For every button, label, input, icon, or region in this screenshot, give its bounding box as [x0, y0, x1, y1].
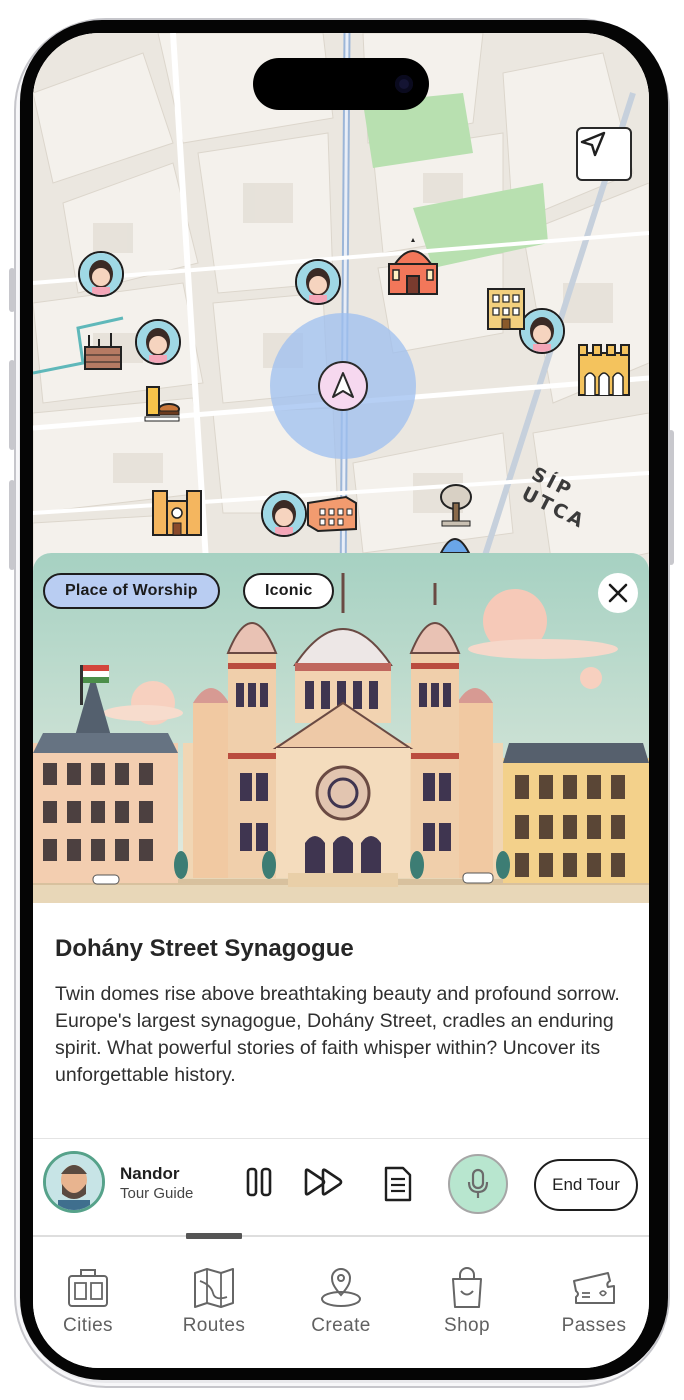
- poi-title: Dohány Street Synagogue: [55, 935, 354, 962]
- guide-avatar[interactable]: [43, 1151, 105, 1213]
- guide-role: Tour Guide: [120, 1185, 194, 1202]
- fast-forward-icon: [304, 1168, 343, 1196]
- tab-label: Cities: [63, 1315, 113, 1336]
- map-icon: [194, 1268, 234, 1308]
- tab-active-indicator: [186, 1233, 242, 1239]
- pause-icon: [246, 1167, 272, 1197]
- guide-avatar-pin[interactable]: [135, 319, 181, 365]
- end-tour-button[interactable]: End Tour: [534, 1159, 638, 1211]
- tab-shop[interactable]: Shop: [412, 1267, 522, 1337]
- close-icon: [608, 583, 628, 603]
- poi-hero-image: Place of Worship Iconic: [33, 553, 649, 903]
- guide-avatar-pin[interactable]: [261, 491, 307, 537]
- dynamic-island: [253, 58, 429, 110]
- document-icon: [384, 1166, 412, 1202]
- microphone-button[interactable]: [448, 1154, 508, 1214]
- mute-switch: [9, 268, 15, 312]
- recenter-button[interactable]: [576, 127, 632, 181]
- luggage-icon: [68, 1269, 108, 1307]
- transcript-button[interactable]: [380, 1164, 416, 1204]
- guide-avatar-pin[interactable]: [295, 259, 341, 305]
- close-card-button[interactable]: [598, 573, 638, 613]
- microphone-icon: [467, 1168, 489, 1198]
- guide-name: Nandor: [120, 1164, 180, 1183]
- volume-down-button: [9, 480, 15, 570]
- map-view[interactable]: SÍP UTCA: [33, 33, 649, 593]
- location-pin-icon: [321, 1268, 361, 1307]
- poi-card: Place of Worship Iconic Dohány Street Sy…: [33, 553, 649, 1233]
- screen: SÍP UTCA Place of Worship Iconic Dohány …: [33, 33, 649, 1368]
- navigation-arrow-icon: [580, 131, 606, 157]
- tag-iconic[interactable]: Iconic: [243, 573, 335, 609]
- guide-avatar-pin[interactable]: [78, 251, 124, 297]
- tab-routes[interactable]: Routes: [159, 1267, 269, 1337]
- tab-bar: Cities Routes Create Shop Passes: [33, 1233, 649, 1368]
- tab-passes[interactable]: Passes: [539, 1267, 649, 1337]
- tab-label: Routes: [182, 1315, 246, 1336]
- ticket-icon: [573, 1272, 615, 1304]
- volume-up-button: [9, 360, 15, 450]
- tab-label: Create: [311, 1315, 371, 1336]
- fast-forward-button[interactable]: [301, 1164, 347, 1200]
- shopping-bag-icon: [452, 1267, 482, 1308]
- tab-create[interactable]: Create: [286, 1267, 396, 1337]
- power-button: [668, 430, 674, 565]
- tag-place-of-worship[interactable]: Place of Worship: [43, 573, 220, 609]
- tab-label: Passes: [561, 1315, 627, 1336]
- tab-cities[interactable]: Cities: [33, 1267, 143, 1337]
- poi-description: Twin domes rise above breathtaking beaut…: [55, 983, 620, 1086]
- tab-label: Shop: [444, 1315, 490, 1336]
- audio-player: Nandor Tour Guide End Tour: [33, 1138, 649, 1228]
- pause-button[interactable]: [241, 1164, 277, 1200]
